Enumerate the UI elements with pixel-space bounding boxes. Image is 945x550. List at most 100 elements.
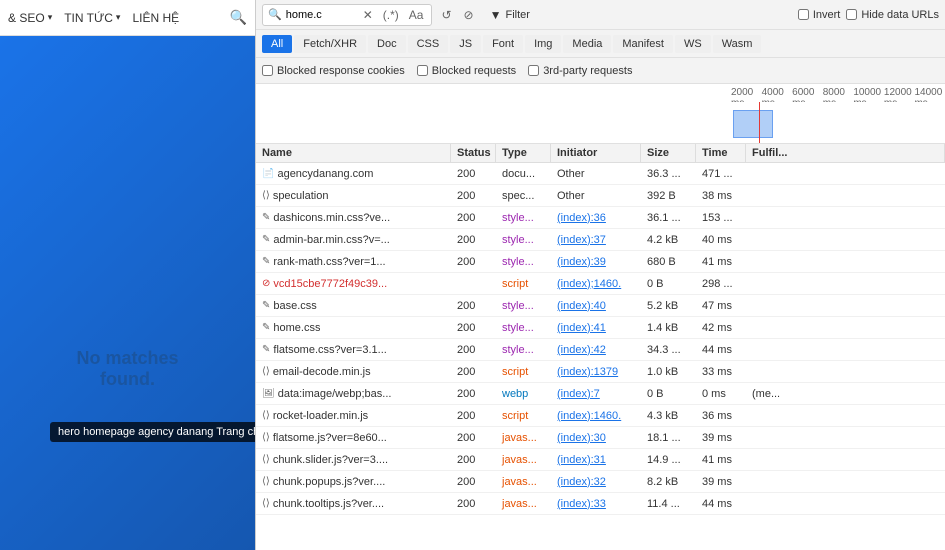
td-initiator[interactable]: (index):30 [551, 430, 641, 446]
td-name: ⊘ vcd15cbe7772f49c39... [256, 276, 451, 292]
table-row[interactable]: 📄 agencydanang.com 200 docu... Other 36.… [256, 163, 945, 185]
th-fulfill[interactable]: Fulfil... [746, 144, 945, 162]
td-initiator[interactable]: (index):31 [551, 452, 641, 468]
td-initiator[interactable]: (index):32 [551, 474, 641, 490]
td-status: 200 [451, 166, 496, 182]
network-table[interactable]: Name Status Type Initiator Size Time Ful… [256, 144, 945, 550]
th-initiator[interactable]: Initiator [551, 144, 641, 162]
timeline-bar [733, 110, 773, 138]
td-type: style... [496, 320, 551, 336]
third-party-text: 3rd-party requests [543, 65, 632, 77]
td-status: 200 [451, 430, 496, 446]
td-initiator[interactable]: (index):7 [551, 386, 641, 402]
blocked-requests-checkbox[interactable] [417, 65, 428, 76]
td-initiator[interactable]: (index):33 [551, 496, 641, 512]
td-time: 153 ... [696, 210, 746, 226]
toolbar-row3: Blocked response cookies Blocked request… [256, 58, 945, 84]
nav-item-seo-label: & SEO [8, 11, 45, 25]
invert-checkbox-label[interactable]: Invert [798, 9, 841, 21]
td-status: 200 [451, 232, 496, 248]
filter-tab-fetch/xhr[interactable]: Fetch/XHR [294, 35, 366, 53]
td-size: 680 B [641, 254, 696, 270]
third-party-checkbox[interactable] [528, 65, 539, 76]
refresh-button[interactable]: ↺ [438, 7, 454, 23]
td-initiator[interactable]: (index);1460. [551, 276, 641, 292]
table-row[interactable]: ⟨⟩ chunk.tooltips.js?ver.... 200 javas..… [256, 493, 945, 515]
case-sensitive-button[interactable]: Aa [406, 7, 427, 23]
filter-tab-wasm[interactable]: Wasm [713, 35, 762, 53]
devtools-panel: 🔍 ✕ (.*) Aa ↺ ⊘ ▼ Filter Invert Hide dat… [255, 0, 945, 550]
seo-arrow-icon: ▾ [48, 12, 53, 23]
td-initiator[interactable]: (index):42 [551, 342, 641, 358]
td-status: 200 [451, 496, 496, 512]
table-row[interactable]: ⟨⟩ email-decode.min.js 200 script (index… [256, 361, 945, 383]
filter-tab-manifest[interactable]: Manifest [613, 35, 673, 53]
search-bar: 🔍 ✕ (.*) Aa [262, 4, 432, 26]
filter-tab-font[interactable]: Font [483, 35, 523, 53]
th-type[interactable]: Type [496, 144, 551, 162]
row-name-text: rocket-loader.min.js [273, 410, 368, 422]
th-time[interactable]: Time [696, 144, 746, 162]
row-icon: ✎ [262, 322, 270, 333]
td-type: docu... [496, 166, 551, 182]
table-row[interactable]: ⟨⟩ flatsome.js?ver=8e60... 200 javas... … [256, 427, 945, 449]
filter-tab-all[interactable]: All [262, 35, 292, 53]
nav-item-seo[interactable]: & SEO ▾ [8, 11, 52, 25]
blocked-cookies-checkbox[interactable] [262, 65, 273, 76]
table-row[interactable]: ⟨⟩ rocket-loader.min.js 200 script (inde… [256, 405, 945, 427]
td-initiator[interactable]: (index):1460. [551, 408, 641, 424]
hide-data-urls-checkbox-label[interactable]: Hide data URLs [846, 9, 939, 21]
table-row[interactable]: ⟨⟩ chunk.popups.js?ver.... 200 javas... … [256, 471, 945, 493]
filter-tab-js[interactable]: JS [450, 35, 481, 53]
third-party-label[interactable]: 3rd-party requests [528, 65, 632, 77]
row-name-text: flatsome.js?ver=8e60... [273, 432, 387, 444]
nav-item-tintuc[interactable]: TIN TỨC ▾ [64, 11, 120, 25]
table-row[interactable]: ✎ dashicons.min.css?ve... 200 style... (… [256, 207, 945, 229]
td-fulfill: (me... [746, 386, 945, 402]
filter-tab-css[interactable]: CSS [408, 35, 449, 53]
row-icon: ⊘ [262, 278, 270, 289]
table-row[interactable]: ✎ flatsome.css?ver=3.1... 200 style... (… [256, 339, 945, 361]
invert-checkbox[interactable] [798, 9, 809, 20]
table-row[interactable]: ✎ home.css 200 style... (index):41 1.4 k… [256, 317, 945, 339]
regex-button[interactable]: (.*) [380, 7, 402, 23]
td-initiator[interactable]: (index):36 [551, 210, 641, 226]
table-row[interactable]: ✎ rank-math.css?ver=1... 200 style... (i… [256, 251, 945, 273]
hide-data-urls-checkbox[interactable] [846, 9, 857, 20]
nav-search-icon[interactable]: 🔍 [230, 9, 247, 26]
blocked-cookies-label[interactable]: Blocked response cookies [262, 65, 405, 77]
th-status[interactable]: Status [451, 144, 496, 162]
td-initiator[interactable]: (index):37 [551, 232, 641, 248]
td-fulfill [746, 260, 945, 264]
search-input[interactable] [286, 9, 356, 21]
td-initiator[interactable]: (index):39 [551, 254, 641, 270]
table-row[interactable]: ⟨⟩ chunk.slider.js?ver=3.... 200 javas..… [256, 449, 945, 471]
table-row[interactable]: ✎ base.css 200 style... (index):40 5.2 k… [256, 295, 945, 317]
row-name-text: dashicons.min.css?ve... [273, 212, 390, 224]
filter-tab-ws[interactable]: WS [675, 35, 711, 53]
td-initiator[interactable]: (index):40 [551, 298, 641, 314]
table-row[interactable]: 🖼 data:image/webp;bas... 200 webp (index… [256, 383, 945, 405]
filter-tab-img[interactable]: Img [525, 35, 561, 53]
th-size[interactable]: Size [641, 144, 696, 162]
td-initiator[interactable]: (index):41 [551, 320, 641, 336]
blocked-requests-label[interactable]: Blocked requests [417, 65, 516, 77]
th-name[interactable]: Name [256, 144, 451, 162]
clear-button[interactable]: ⊘ [461, 7, 477, 23]
filter-tab-doc[interactable]: Doc [368, 35, 406, 53]
filter-button[interactable]: ▼ Filter [483, 5, 537, 25]
table-row[interactable]: ⟨⟩ speculation 200 spec... Other 392 B 3… [256, 185, 945, 207]
nav-item-lienhe[interactable]: LIÊN HỆ [132, 11, 179, 25]
td-size: 36.1 ... [641, 210, 696, 226]
td-type: script [496, 276, 551, 292]
row-name-text: data:image/webp;bas... [278, 388, 392, 400]
clear-search-button[interactable]: ✕ [360, 7, 376, 23]
td-initiator[interactable]: (index):1379 [551, 364, 641, 380]
td-size: 1.4 kB [641, 320, 696, 336]
table-row[interactable]: ⊘ vcd15cbe7772f49c39... script (index);1… [256, 273, 945, 295]
row-icon: ⟨⟩ [262, 410, 270, 421]
nav-item-tintuc-label: TIN TỨC [64, 11, 113, 25]
td-size: 18.1 ... [641, 430, 696, 446]
table-row[interactable]: ✎ admin-bar.min.css?v=... 200 style... (… [256, 229, 945, 251]
filter-tab-media[interactable]: Media [563, 35, 611, 53]
